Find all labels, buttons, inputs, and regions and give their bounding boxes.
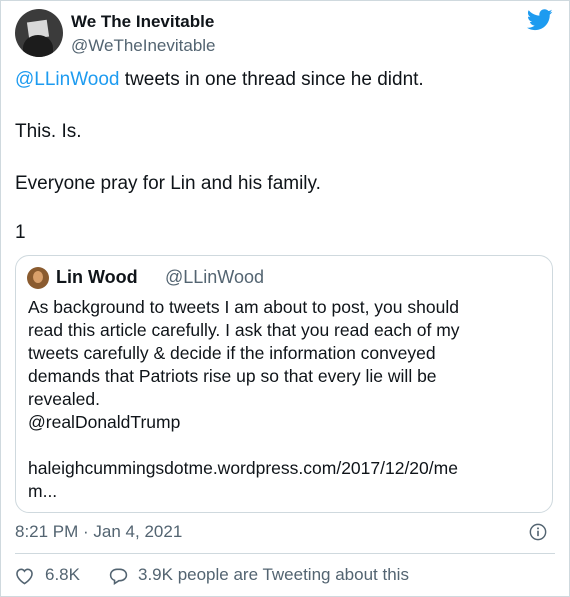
tweet-line-2: This. Is.	[15, 121, 82, 142]
tweet-line-1-text: tweets in one thread since he didnt.	[119, 69, 424, 90]
quoted-author-avatar	[27, 267, 49, 289]
avatar-face-shape	[33, 271, 43, 283]
conversation-count[interactable]: 3.9K people are Tweeting about this	[138, 565, 409, 585]
quoted-text-line: tweets carefully & decide if the informa…	[28, 343, 436, 363]
quoted-mention: @realDonaldTrump	[28, 412, 181, 432]
tweet-line-1: @LLinWood tweets in one thread since he …	[15, 69, 424, 91]
quoted-link: haleighcummingsdotme.wordpress.com/2017/…	[28, 458, 458, 478]
quoted-text-line: read this article carefully. I ask that …	[28, 320, 460, 340]
avatar-figure-shape	[23, 35, 53, 57]
mention-link[interactable]: @LLinWood	[15, 69, 120, 90]
quoted-text-line: revealed.	[28, 389, 100, 409]
tweet-timestamp[interactable]: 8:21 PM · Jan 4, 2021	[15, 522, 182, 542]
quoted-tweet[interactable]: Lin Wood @LLinWood As background to twee…	[15, 255, 553, 513]
info-icon[interactable]	[529, 523, 547, 541]
quoted-link-continued: m...	[28, 481, 58, 501]
tweet-line-3: Everyone pray for Lin and his family.	[15, 173, 321, 194]
heart-icon[interactable]	[15, 567, 34, 585]
author-name[interactable]: We The Inevitable	[71, 12, 214, 32]
author-handle[interactable]: @WeTheInevitable	[71, 36, 216, 56]
quoted-author-handle: @LLinWood	[165, 267, 264, 287]
quoted-author-name: Lin Wood	[56, 267, 138, 287]
speech-bubble-icon[interactable]	[109, 567, 128, 585]
twitter-bird-icon[interactable]	[527, 9, 553, 31]
tweet-actions: 6.8K 3.9K people are Tweeting about this	[15, 564, 555, 588]
author-avatar[interactable]	[15, 9, 63, 57]
tweet-card[interactable]: We The Inevitable @WeTheInevitable @LLin…	[0, 0, 570, 597]
divider	[15, 553, 555, 554]
tweet-line-4: 1	[15, 222, 26, 243]
quoted-text-line: As background to tweets I am about to po…	[28, 297, 459, 317]
tweet-header: We The Inevitable @WeTheInevitable	[15, 9, 555, 61]
quoted-text-line: demands that Patriots rise up so that ev…	[28, 366, 437, 386]
like-count[interactable]: 6.8K	[45, 565, 80, 585]
